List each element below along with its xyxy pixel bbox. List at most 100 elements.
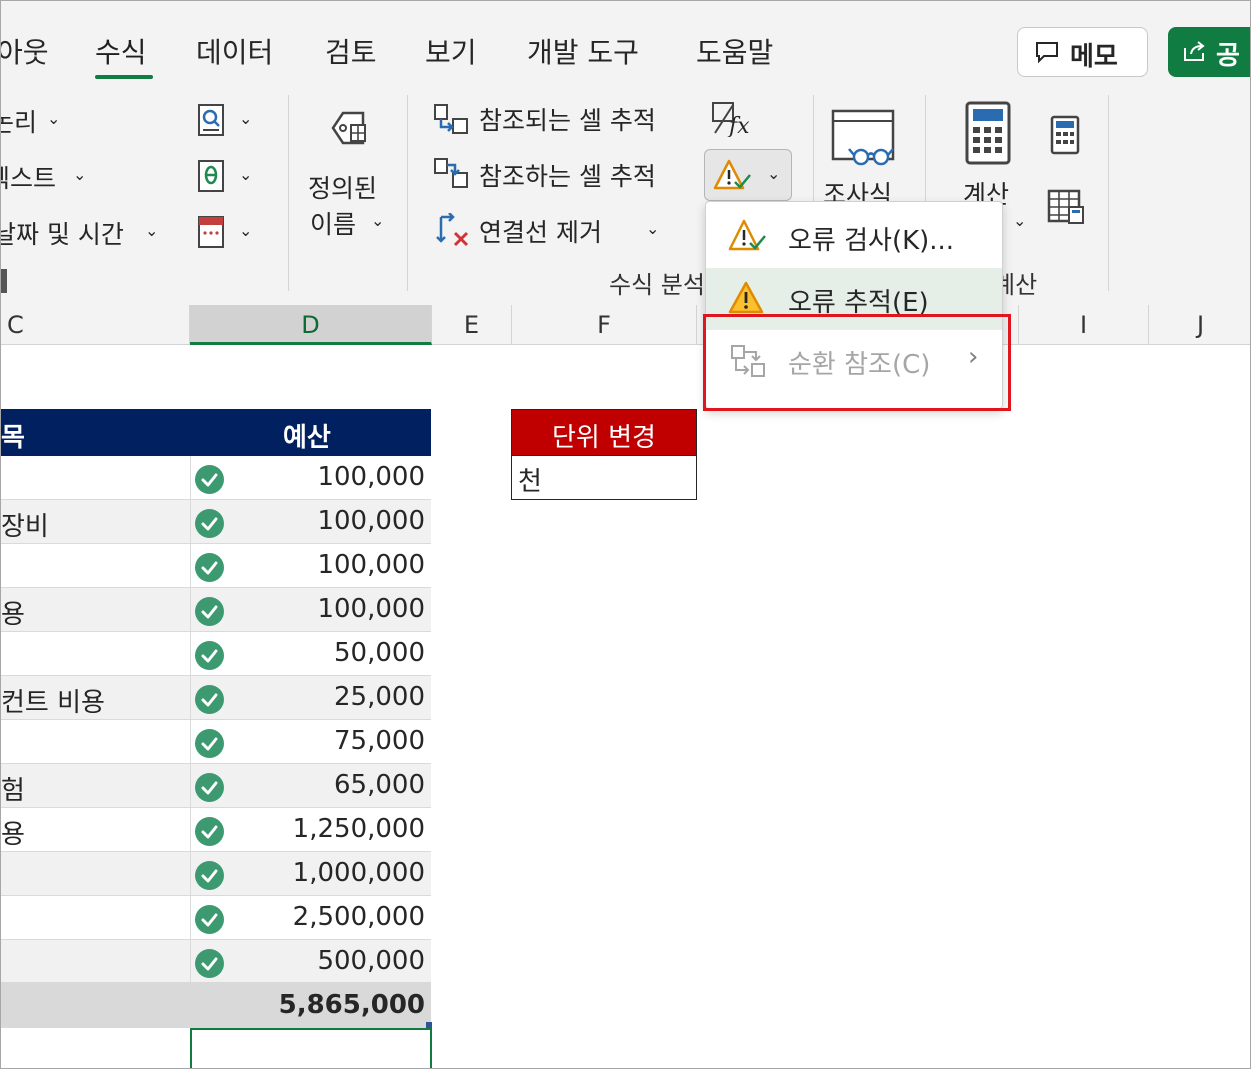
tab-developer[interactable]: 개발 도구 (527, 31, 639, 71)
total-value: 5,865,000 (278, 990, 425, 1020)
chevron-down-icon: ⌄ (239, 165, 253, 184)
table-row[interactable]: 장비 100,000 (1, 500, 431, 544)
cell-divider (190, 764, 191, 808)
worksheet-grid: 목 예산 100,000 장비 100,000 100,000 용 100,000 50,0… (1, 346, 1250, 1068)
total-row[interactable]: 5,865,000 (1, 982, 431, 1028)
ribbon-separator (407, 95, 408, 291)
tab-data[interactable]: 데이터 (196, 31, 273, 71)
check-icon (195, 817, 224, 846)
chevron-down-icon: ⌄ (1013, 211, 1027, 230)
budget-table-header: 목 예산 (1, 409, 431, 456)
group-label-formula-auditing: 수식 분석 (609, 271, 705, 299)
fill-handle[interactable] (426, 1022, 432, 1028)
budget-value-cell: 25,000 (334, 682, 425, 712)
column-header-f[interactable]: F (512, 305, 697, 345)
check-icon (195, 641, 224, 670)
table-row[interactable]: 2,500,000 (1, 896, 431, 940)
tab-view[interactable]: 보기 (425, 31, 477, 71)
watch-window-icon[interactable] (829, 109, 899, 175)
calculate-sheet-icon[interactable] (1047, 189, 1085, 229)
active-tab-indicator (95, 75, 153, 79)
column-header-i[interactable]: I (1019, 305, 1149, 345)
table-row[interactable]: 75,000 (1, 720, 431, 764)
column-header-c[interactable]: C (1, 305, 190, 345)
error-checking-split-button[interactable]: ⌄ (704, 149, 792, 201)
check-icon (195, 861, 224, 890)
tab-formulas[interactable]: 수식 (95, 31, 147, 71)
check-icon (195, 597, 224, 626)
chevron-down-icon: ⌄ (239, 109, 253, 128)
table-row[interactable]: 1,000,000 (1, 852, 431, 896)
column-headers: C D E F I J (1, 305, 1250, 345)
table-row[interactable]: 100,000 (1, 544, 431, 588)
logical-functions-button[interactable]: 논리 (1, 103, 37, 139)
unit-change-value[interactable]: 천 (511, 456, 697, 500)
budget-value-cell: 50,000 (334, 638, 425, 668)
tab-help[interactable]: 도움말 (696, 31, 773, 71)
svg-text:fx: fx (727, 114, 750, 137)
share-button[interactable]: 공 (1168, 27, 1250, 77)
check-icon (195, 949, 224, 978)
ribbon-separator (288, 95, 289, 291)
table-row[interactable]: 컨트 비용 25,000 (1, 676, 431, 720)
share-icon (1182, 39, 1208, 70)
budget-value-cell: 1,000,000 (292, 858, 425, 888)
item-name-cell: 장비 (1, 512, 49, 542)
menu-item-label: 오류 검사(K)... (788, 226, 955, 256)
cell-divider (190, 632, 191, 676)
budget-value-cell: 100,000 (317, 506, 425, 536)
tab-page-layout[interactable]: 아웃 (1, 31, 49, 71)
cell-divider (190, 676, 191, 720)
column-header-j[interactable]: J (1149, 305, 1250, 345)
table-row[interactable]: 용 100,000 (1, 588, 431, 632)
chevron-down-icon: ⌄ (145, 221, 159, 240)
calculate-now-icon[interactable] (1049, 115, 1081, 159)
text-functions-button[interactable]: 텍스트 (1, 159, 56, 195)
chevron-down-icon: ⌄ (646, 219, 660, 238)
budget-value-cell: 100,000 (317, 550, 425, 580)
datetime-functions-button[interactable]: 날짜 및 시간 (1, 215, 124, 251)
memo-label: 메모 (1070, 42, 1118, 72)
table-row[interactable]: 100,000 (1, 456, 431, 500)
chevron-down-icon: ⌄ (767, 164, 781, 183)
check-icon (195, 905, 224, 934)
item-name-cell: 용 (1, 820, 25, 850)
cell-divider (190, 500, 191, 544)
tab-review[interactable]: 검토 (325, 31, 377, 71)
ribbon: 논리 ⌄ 텍스트 ⌄ 날짜 및 시간 ⌄ ⌄ ⌄ ⌄ 정의된 이름 ⌄ 참 (1, 87, 1250, 305)
table-row[interactable]: 용 1,250,000 (1, 808, 431, 852)
table-row[interactable]: 험 65,000 (1, 764, 431, 808)
defined-names-label-2[interactable]: 이름 (310, 205, 356, 241)
column-header-d[interactable]: D (190, 305, 432, 345)
calculation-options-icon[interactable] (963, 101, 1013, 171)
remove-arrows-icon (433, 212, 471, 253)
budget-value-cell: 1,250,000 (292, 814, 425, 844)
trace-dependents-button[interactable]: 참조하는 셀 추적 (479, 157, 656, 193)
cell-divider (190, 896, 191, 940)
column-header-e[interactable]: E (432, 305, 512, 345)
active-cell-selection[interactable] (190, 1028, 432, 1068)
lookup-reference-icon[interactable] (197, 103, 227, 141)
show-formulas-icon[interactable]: fx (711, 101, 751, 141)
budget-value-cell: 65,000 (334, 770, 425, 800)
math-trig-icon[interactable] (197, 159, 227, 197)
menu-item-error-checking[interactable]: 오류 검사(K)... (706, 206, 1002, 268)
table-row[interactable]: 50,000 (1, 632, 431, 676)
group-edge-marker (1, 269, 7, 293)
cell-divider (190, 588, 191, 632)
defined-names-label-1[interactable]: 정의된 (308, 169, 377, 205)
more-functions-icon[interactable] (197, 215, 227, 253)
table-row[interactable]: 500,000 (1, 940, 431, 984)
trace-precedents-button[interactable]: 참조되는 셀 추적 (479, 101, 656, 137)
memo-button[interactable]: 메모 (1017, 27, 1148, 77)
budget-value-cell: 100,000 (317, 462, 425, 492)
item-name-cell: 험 (1, 776, 25, 806)
defined-names-icon (329, 109, 371, 153)
budget-value-cell: 500,000 (317, 946, 425, 976)
ribbon-tab-bar: 아웃 수식 데이터 검토 보기 개발 도구 도움말 메모 공 (1, 1, 1250, 87)
check-icon (195, 509, 224, 538)
item-name-cell: 컨트 비용 (1, 688, 105, 718)
error-check-icon (713, 158, 753, 196)
remove-arrows-button[interactable]: 연결선 제거 (479, 213, 602, 249)
budget-value-cell: 2,500,000 (292, 902, 425, 932)
